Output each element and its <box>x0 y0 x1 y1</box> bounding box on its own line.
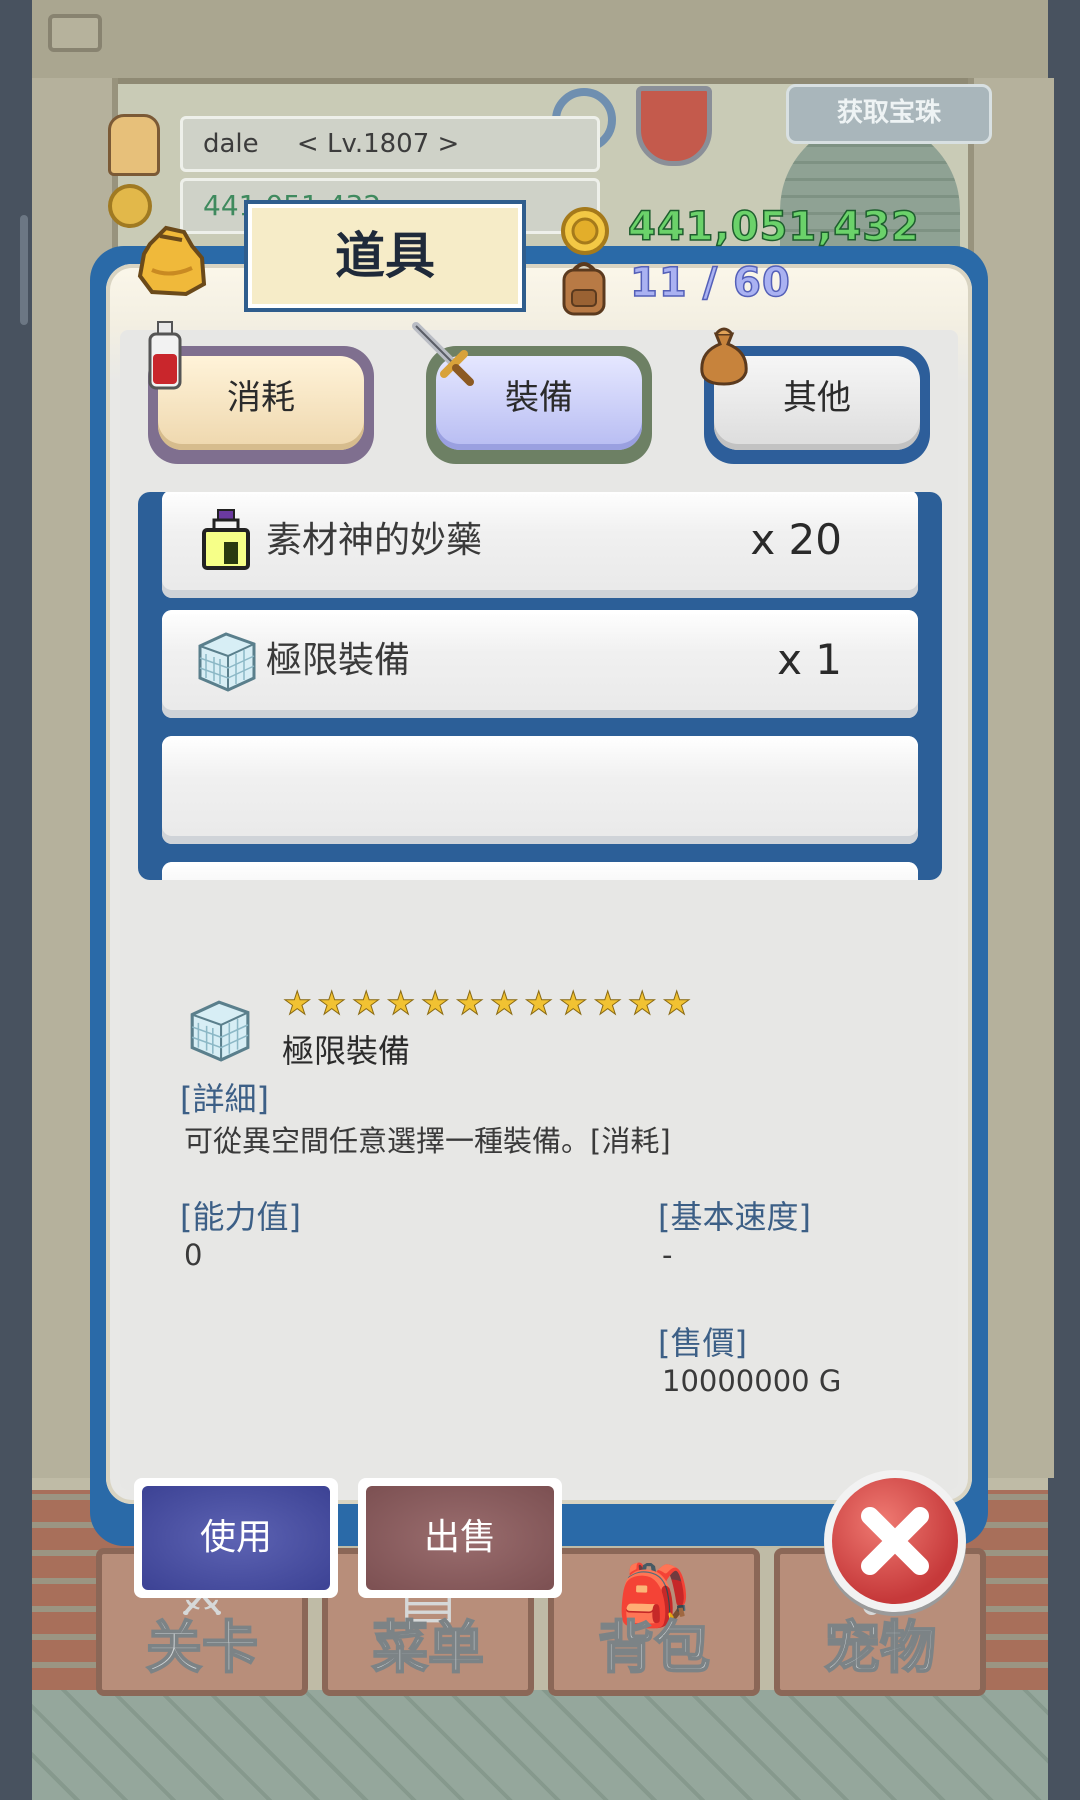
star-icon: ★ <box>420 984 450 1023</box>
tiled-floor <box>32 1690 1048 1800</box>
list-item[interactable]: 極限裝備 x 1 <box>162 610 918 718</box>
item-bag-icon <box>137 225 207 297</box>
close-icon <box>861 1507 929 1575</box>
star-icon: ★ <box>386 984 416 1023</box>
list-item-empty[interactable] <box>162 736 918 844</box>
game-screen: 获取宝珠 dale < Lv.1807 > 441,051,432 ⚔ 关卡 ▤… <box>0 0 1080 1800</box>
close-button-face <box>832 1478 958 1604</box>
potion-icon <box>148 321 182 390</box>
player-avatar[interactable] <box>108 114 160 176</box>
power-heading: [能力值] <box>180 1198 301 1236</box>
player-name: dale <box>203 129 259 159</box>
player-name-box: dale < Lv.1807 > <box>180 116 600 172</box>
rarity-stars: ★ ★ ★ ★ ★ ★ ★ ★ ★ ★ ★ ★ <box>280 984 694 1024</box>
speed-heading: [基本速度] <box>658 1198 811 1236</box>
star-icon: ★ <box>282 984 312 1023</box>
description-heading: [詳細] <box>180 1080 269 1118</box>
star-icon: ★ <box>351 984 381 1023</box>
left-frame <box>0 0 32 1800</box>
ceiling-beam <box>32 0 1048 84</box>
star-icon: ★ <box>524 984 554 1023</box>
star-icon: ★ <box>489 984 519 1023</box>
nav-menu-label: 菜单 <box>371 1615 485 1682</box>
power-value: 0 <box>184 1238 203 1272</box>
player-level: < Lv.1807 > <box>296 129 460 159</box>
scroll-indicator <box>20 215 28 325</box>
nav-stage-label: 关卡 <box>145 1615 259 1682</box>
detail-item-name: 極限裝備 <box>282 1032 411 1070</box>
backpack-icon <box>562 262 606 316</box>
get-orb-button[interactable]: 获取宝珠 <box>786 84 992 144</box>
list-item-partial <box>162 862 918 880</box>
price-value: 10000000 G <box>662 1364 842 1398</box>
sword-icon <box>412 322 474 386</box>
star-icon: ★ <box>593 984 623 1023</box>
description-text: 可從異空間任意選擇一種裝備。[消耗] <box>184 1124 671 1158</box>
bag-capacity: 11 / 60 <box>629 259 791 307</box>
tab-consume-label: 消耗 <box>158 356 364 450</box>
money-bag-icon <box>700 327 748 386</box>
item-name: 極限裝備 <box>266 640 411 681</box>
close-button[interactable] <box>824 1470 966 1612</box>
star-icon: ★ <box>558 984 588 1023</box>
gold-coin-icon <box>561 207 609 255</box>
use-button-label: 使用 <box>142 1486 330 1590</box>
star-icon: ★ <box>662 984 692 1023</box>
dialog-title: 道具 <box>244 200 526 312</box>
star-icon: ★ <box>455 984 485 1023</box>
item-quantity: x 1 <box>777 635 842 684</box>
ice-cube-icon <box>190 1000 250 1062</box>
sell-button-label: 出售 <box>366 1486 554 1590</box>
item-list[interactable]: 素材神的妙藥 x 20 極限裝備 x 1 <box>138 492 942 880</box>
star-icon: ★ <box>627 984 657 1023</box>
nav-pet-label: 宠物 <box>823 1615 937 1682</box>
beam-slot <box>48 14 102 52</box>
ice-cube-icon <box>198 632 256 692</box>
use-button[interactable]: 使用 <box>134 1478 338 1598</box>
star-icon: ★ <box>317 984 347 1023</box>
shield-icon <box>636 86 712 166</box>
item-quantity: x 20 <box>750 515 842 564</box>
gold-amount: 441,051,432 <box>627 203 920 251</box>
sell-button[interactable]: 出售 <box>358 1478 562 1598</box>
list-item[interactable]: 素材神的妙藥 x 20 <box>162 492 918 598</box>
item-name: 素材神的妙藥 <box>266 520 483 561</box>
potion-bottle-icon <box>202 509 250 570</box>
nav-bag-label: 背包 <box>597 1615 711 1682</box>
nav-bag-button[interactable]: 🎒 背包 <box>548 1548 760 1696</box>
price-heading: [售價] <box>658 1324 747 1362</box>
speed-value: - <box>662 1238 673 1272</box>
